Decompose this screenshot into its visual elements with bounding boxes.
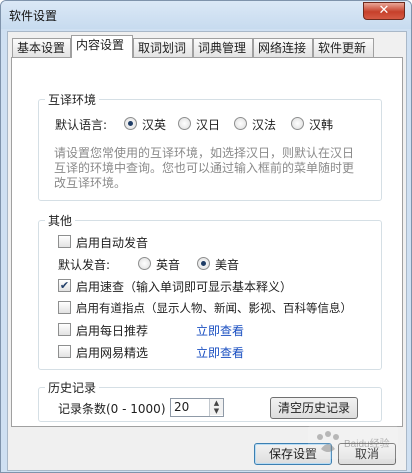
history-group: 历史记录 记录条数(0 - 1000) 20 ▲ ▼ 清空历史记录 xyxy=(38,379,382,422)
window-title: 软件设置 xyxy=(9,9,58,23)
tab-label: 内容设置 xyxy=(76,38,125,52)
history-count-stepper[interactable]: 20 ▲ ▼ xyxy=(170,398,224,417)
checkbox-label: 启用自动发音 xyxy=(76,236,149,250)
watermark-logo-icon: Baidu经验 xyxy=(308,425,398,459)
checkbox-label: 启用网易精选 xyxy=(76,346,149,360)
title-bar[interactable]: 软件设置 ✕ xyxy=(1,1,411,29)
netease-picks-checkbox[interactable] xyxy=(58,345,71,358)
tab-label: 网络连接 xyxy=(258,41,307,55)
tab-basic-settings[interactable]: 基本设置 xyxy=(12,38,71,57)
auto-pronounce-checkbox[interactable] xyxy=(58,235,71,248)
radio-label: 美音 xyxy=(215,258,240,272)
dialog-body: 基本设置 内容设置 取词划词 词典管理 网络连接 软件更新 互译环境 默认语言:… xyxy=(7,31,407,471)
daily-view-now-link[interactable]: 立即查看 xyxy=(196,322,244,339)
clear-history-button[interactable]: 清空历史记录 xyxy=(270,397,358,419)
default-language-label: 默认语言: xyxy=(55,118,108,132)
history-count-value: 20 xyxy=(174,400,190,414)
default-pronunciation-label: 默认发音: xyxy=(58,258,111,272)
close-icon: ✕ xyxy=(378,3,390,18)
watermark-text: Baidu经验 xyxy=(344,437,390,450)
button-label: 清空历史记录 xyxy=(277,401,350,415)
radio-zh-en[interactable] xyxy=(124,117,137,130)
env-hint-text: 请设置您常使用的互译环境，如选择汉日，则默认在汉日互译的环境中查询。您也可以通过… xyxy=(54,146,355,190)
tab-content-settings[interactable]: 内容设置 xyxy=(71,35,133,58)
radio-label: 汉法 xyxy=(252,118,277,132)
radio-label: 汉韩 xyxy=(309,118,334,132)
youdao-tips-checkbox[interactable] xyxy=(58,301,71,314)
tab-label: 词典管理 xyxy=(198,41,247,55)
radio-zh-ko[interactable] xyxy=(291,117,304,130)
content-settings-panel: 互译环境 默认语言: 汉英 汉日 汉法 汉韩 请设置您常使用的互译环境，如选择汉… xyxy=(11,57,403,427)
radio-label: 汉英 xyxy=(142,118,167,132)
checkbox-label: 启用每日推荐 xyxy=(76,324,149,338)
radio-zh-ja[interactable] xyxy=(178,117,191,130)
daily-recommend-checkbox[interactable] xyxy=(58,323,71,336)
stepper-buttons: ▲ ▼ xyxy=(209,399,223,416)
tab-network[interactable]: 网络连接 xyxy=(253,38,313,57)
checkbox-label: 启用有道指点（显示人物、新闻、影视、百科等信息） xyxy=(76,301,352,315)
other-group: 其他 启用自动发音 默认发音: 英音 美音 ✔ 启用速查（输入单词即可显示基本释… xyxy=(38,212,382,370)
radio-zh-fr[interactable] xyxy=(234,117,247,130)
tab-word-capture[interactable]: 取词划词 xyxy=(133,38,193,57)
checkmark-icon: ✔ xyxy=(59,279,70,292)
group-title: 历史记录 xyxy=(45,379,100,396)
tab-dictionary-manager[interactable]: 词典管理 xyxy=(193,38,253,57)
radio-american[interactable] xyxy=(197,257,210,270)
translation-env-group: 互译环境 默认语言: 汉英 汉日 汉法 汉韩 请设置您常使用的互译环境，如选择汉… xyxy=(38,91,382,201)
baidu-watermark: Baidu经验 xyxy=(308,425,398,462)
quick-lookup-checkbox[interactable]: ✔ xyxy=(58,279,71,292)
checkbox-label: 启用速查（输入单词即可显示基本释义） xyxy=(76,280,293,294)
radio-label: 汉日 xyxy=(196,118,221,132)
tab-label: 基本设置 xyxy=(17,41,66,55)
radio-label: 英音 xyxy=(156,258,181,272)
group-title: 其他 xyxy=(45,212,76,229)
tab-software-update[interactable]: 软件更新 xyxy=(313,38,374,57)
spin-up-icon[interactable]: ▲ xyxy=(210,399,223,407)
tab-label: 软件更新 xyxy=(318,41,367,55)
settings-window: 软件设置 ✕ 基本设置 内容设置 取词划词 词典管理 网络连接 软件更新 互译环… xyxy=(0,0,412,473)
history-count-label: 记录条数(0 - 1000) xyxy=(58,402,166,416)
tab-label: 取词划词 xyxy=(138,41,187,55)
close-button[interactable]: ✕ xyxy=(363,2,405,20)
radio-british[interactable] xyxy=(138,257,151,270)
spin-down-icon[interactable]: ▼ xyxy=(210,407,223,415)
netease-view-now-link[interactable]: 立即查看 xyxy=(196,344,244,361)
group-title: 互译环境 xyxy=(45,91,100,108)
